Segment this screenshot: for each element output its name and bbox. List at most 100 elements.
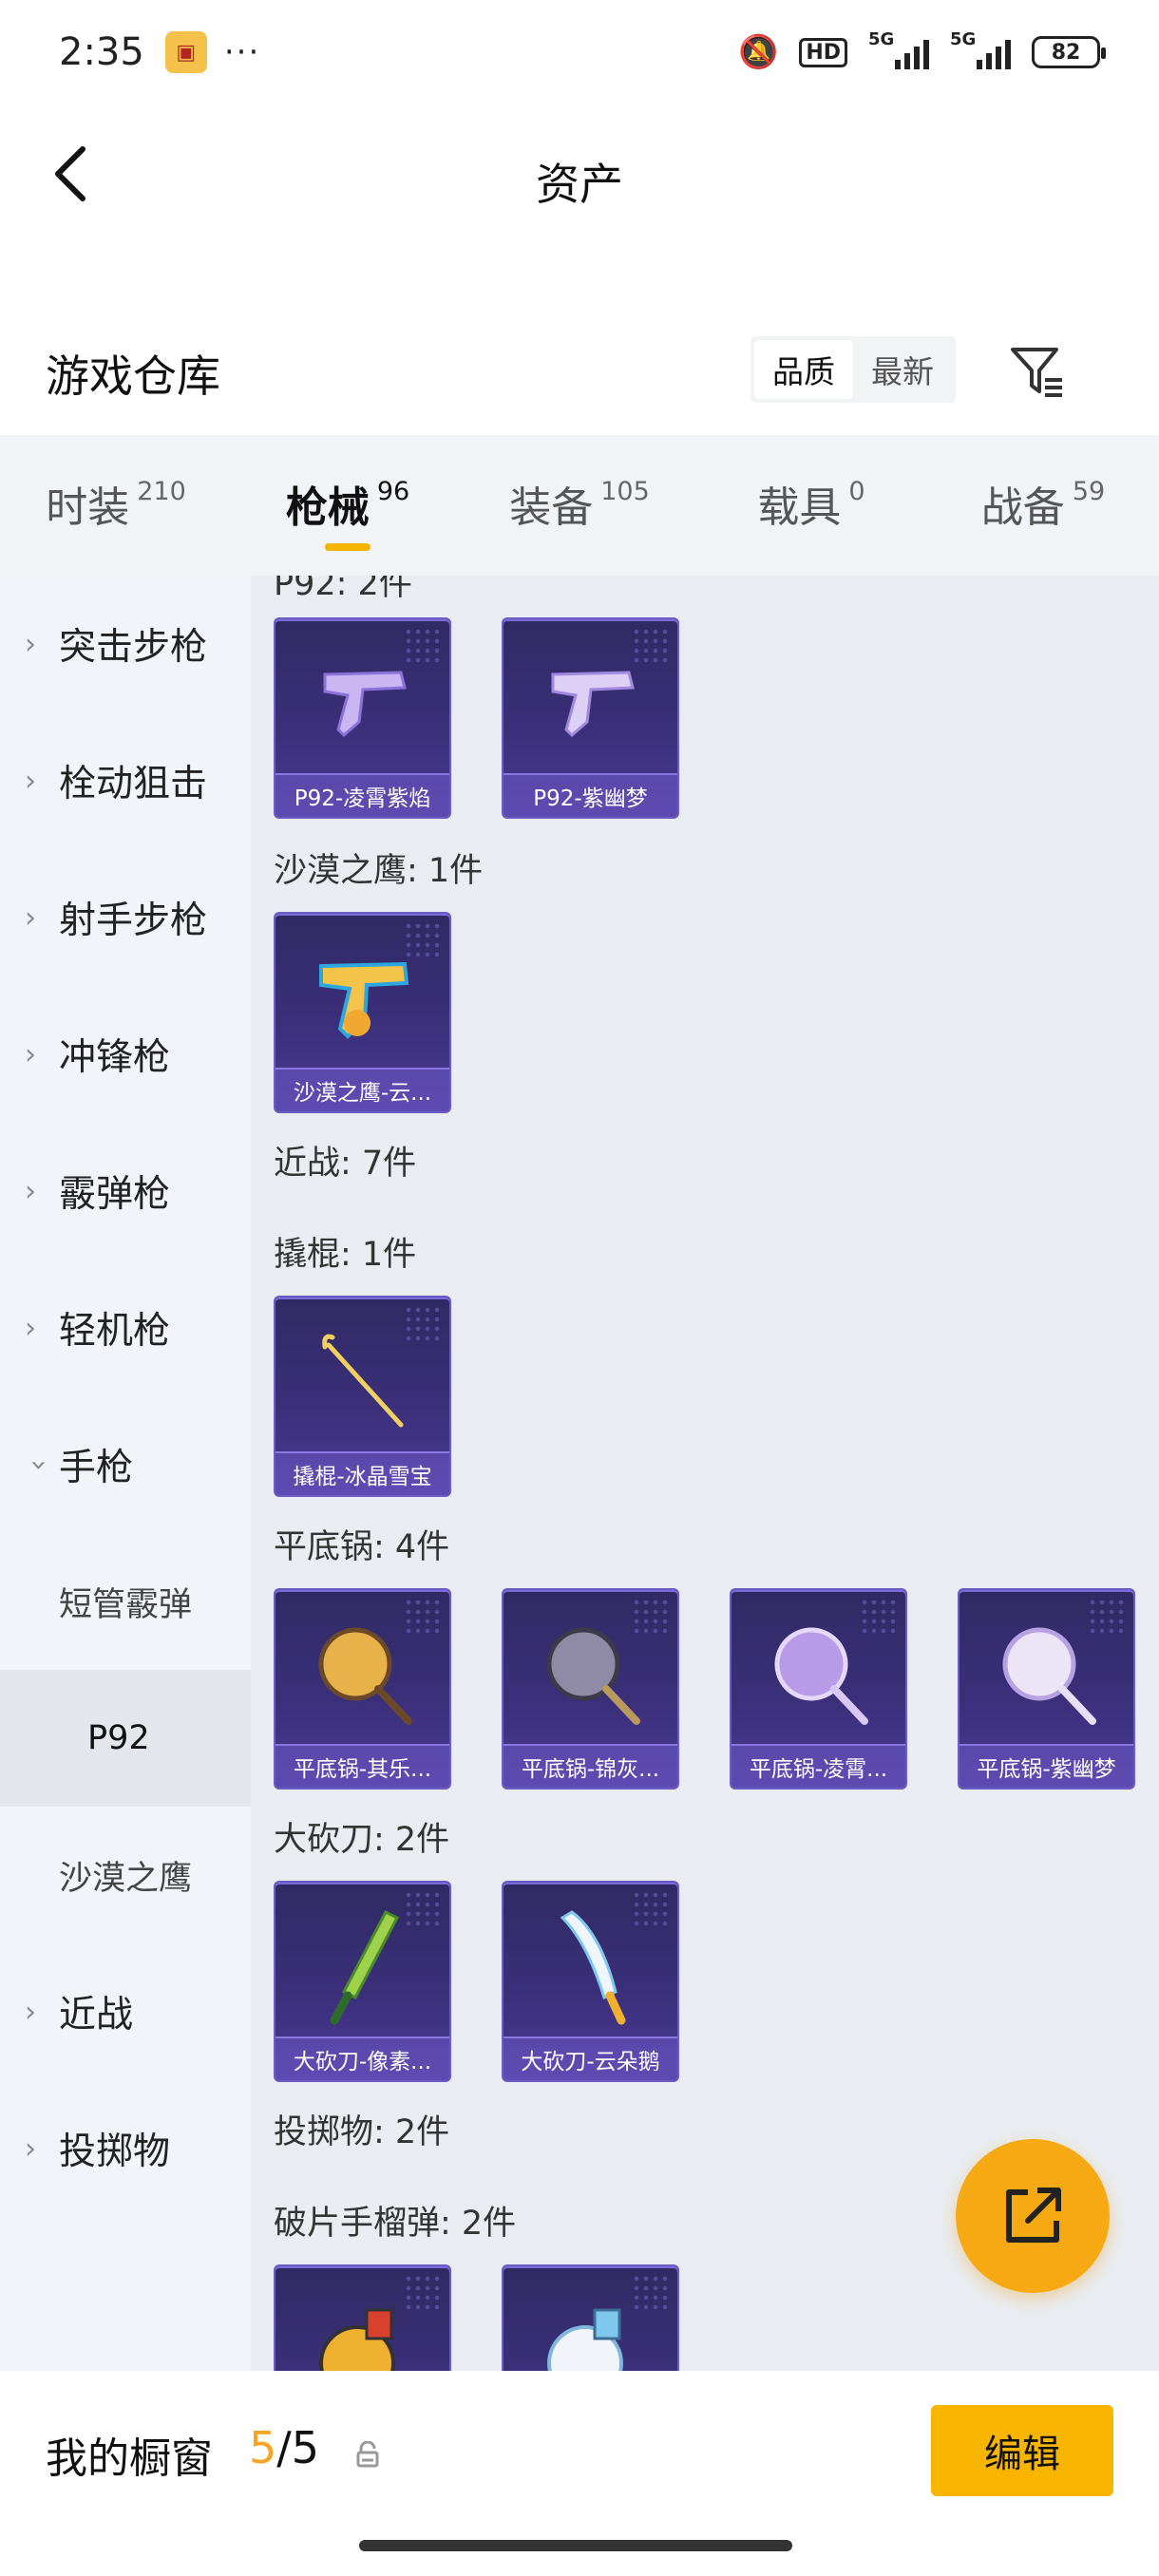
- sidebar-item-label: 手枪: [59, 1447, 134, 1489]
- group-title-grenade: 破片手榴弹: 2件: [274, 2205, 517, 2243]
- item-name: 大砍刀-像素...: [276, 2036, 449, 2080]
- group-title-desert-eagle: 沙漠之鹰: 1件: [274, 852, 484, 890]
- chevron-right-icon: ›: [25, 1311, 36, 1345]
- chevron-right-icon: ›: [25, 1174, 36, 1208]
- pistol-icon: [276, 931, 449, 1064]
- item-grid-area[interactable]: P92: 2件 P92-凌霄紫焰 P92-紫幽梦 沙漠之鹰: 1件 沙漠之鹰-云…: [251, 576, 1159, 2371]
- item-name: 平底锅-紫幽梦: [960, 1744, 1133, 1788]
- sidebar-item-label: 栓动狙击: [59, 763, 208, 805]
- chevron-down-icon: ›: [22, 1459, 56, 1470]
- sort-by-newest-button[interactable]: 最新: [853, 340, 952, 399]
- grenade-icon: [504, 2283, 677, 2371]
- item-name: P92-紫幽梦: [504, 773, 677, 817]
- item-card[interactable]: 平底锅-锦灰...: [502, 1588, 679, 1790]
- frying-pan-icon: [960, 1607, 1133, 1740]
- tab-vehicles[interactable]: 载具 0: [695, 435, 927, 576]
- hd-voice-icon: HD: [799, 37, 847, 67]
- sidebar-item-throwable[interactable]: › 投掷物: [0, 2080, 251, 2217]
- page-title: 资产: [536, 159, 623, 210]
- showcase-count: 5/5: [249, 2422, 319, 2473]
- sidebar-item-label: 冲锋枪: [59, 1036, 171, 1079]
- sidebar-item-label: 轻机枪: [59, 1310, 171, 1353]
- tab-label: 枪械: [285, 483, 370, 532]
- showcase-label: 我的橱窗: [46, 2434, 213, 2483]
- sidebar-item-assault-rifle[interactable]: › 突击步枪: [0, 576, 251, 712]
- item-card[interactable]: 沙漠之鹰-云...: [274, 912, 451, 1113]
- sidebar-subitem-p92[interactable]: P92: [0, 1670, 251, 1807]
- item-card[interactable]: 撬棍-冰晶雪宝: [274, 1296, 451, 1497]
- frying-pan-icon: [504, 1607, 677, 1740]
- sidebar-item-label: 沙漠之鹰: [59, 1859, 193, 1898]
- sidebar-item-melee[interactable]: › 近战: [0, 1943, 251, 2080]
- chevron-right-icon: ›: [25, 1037, 36, 1071]
- pistol-icon: [276, 636, 449, 769]
- tab-label: 装备: [509, 483, 594, 532]
- network-type-label: 5G: [950, 29, 977, 49]
- tab-firearms[interactable]: 枪械 96: [232, 435, 464, 576]
- tab-label: 时装: [46, 483, 130, 532]
- network-type-label: 5G: [868, 29, 895, 49]
- sidebar-item-label: P92: [87, 1719, 150, 1757]
- share-button[interactable]: [956, 2139, 1110, 2293]
- sidebar-item-bolt-sniper[interactable]: › 栓动狙击: [0, 712, 251, 849]
- filter-button[interactable]: [1007, 340, 1068, 401]
- active-tab-indicator: [325, 543, 370, 551]
- item-card[interactable]: 大砍刀-像素...: [274, 1881, 451, 2082]
- item-card[interactable]: [502, 2264, 679, 2371]
- external-link-icon: [1006, 2188, 1061, 2243]
- category-tabs: 时装 210 枪械 96 装备 105 载具 0 战备 59: [0, 435, 1159, 576]
- sidebar-subitem-desert-eagle[interactable]: 沙漠之鹰: [0, 1807, 251, 1943]
- sidebar-item-marksman-rifle[interactable]: › 射手步枪: [0, 849, 251, 986]
- sort-by-quality-button[interactable]: 品质: [754, 340, 853, 399]
- edit-button[interactable]: 编辑: [931, 2405, 1113, 2496]
- tab-count: 210: [137, 477, 186, 506]
- battery-level: 82: [1051, 40, 1081, 65]
- chevron-right-icon: ›: [25, 627, 36, 661]
- item-name: 大砍刀-云朵鹅: [504, 2036, 677, 2080]
- crowbar-icon: [276, 1315, 449, 1448]
- item-card[interactable]: P92-凌霄紫焰: [274, 617, 451, 819]
- item-name: 撬棍-冰晶雪宝: [276, 1451, 449, 1495]
- sidebar-item-smg[interactable]: › 冲锋枪: [0, 986, 251, 1123]
- chevron-right-icon: ›: [25, 2131, 36, 2166]
- item-name: 平底锅-其乐...: [276, 1744, 449, 1788]
- battery-icon: 82: [1032, 36, 1106, 68]
- item-name: 平底锅-凌霄...: [732, 1744, 905, 1788]
- tab-combat-gear[interactable]: 战备 59: [927, 435, 1159, 576]
- signal-icon-2: 5G: [950, 29, 1011, 69]
- showcase-total: /5: [276, 2422, 320, 2473]
- sidebar-item-pistol[interactable]: › 手枪: [0, 1396, 251, 1533]
- group-title-pan: 平底锅: 4件: [274, 1528, 450, 1566]
- tab-equipment[interactable]: 装备 105: [464, 435, 695, 576]
- tab-count: 0: [848, 477, 865, 506]
- sidebar-item-shotgun[interactable]: › 霰弹枪: [0, 1123, 251, 1260]
- item-name: 平底锅-锦灰...: [504, 1744, 677, 1788]
- chevron-right-icon: ›: [25, 764, 36, 798]
- tab-fashion[interactable]: 时装 210: [0, 435, 232, 576]
- item-name: P92-凌霄紫焰: [276, 773, 449, 817]
- item-card[interactable]: 大砍刀-云朵鹅: [502, 1881, 679, 2082]
- app-header: 资产: [0, 104, 1159, 247]
- sidebar-subitem-sawed-off[interactable]: 短管霰弹: [0, 1533, 251, 1670]
- home-indicator[interactable]: [359, 2540, 792, 2551]
- item-card[interactable]: 平底锅-凌霄...: [730, 1588, 907, 1790]
- group-title-melee: 近战: 7件: [274, 1145, 417, 1183]
- sidebar-item-lmg[interactable]: › 轻机枪: [0, 1260, 251, 1396]
- group-title-throwable: 投掷物: 2件: [274, 2113, 450, 2151]
- grenade-icon: [276, 2283, 449, 2371]
- item-card[interactable]: P92-紫幽梦: [502, 617, 679, 819]
- sidebar-item-label: 近战: [59, 1994, 134, 2036]
- item-card[interactable]: [274, 2264, 451, 2371]
- item-name: 沙漠之鹰-云...: [276, 1068, 449, 1111]
- machete-icon: [504, 1900, 677, 2033]
- item-card[interactable]: 平底锅-紫幽梦: [958, 1588, 1135, 1790]
- warehouse-header: 游戏仓库 品质 最新: [0, 313, 1159, 427]
- signal-icon-1: 5G: [868, 29, 929, 69]
- item-card[interactable]: 平底锅-其乐...: [274, 1588, 451, 1790]
- sidebar-item-label: 突击步枪: [59, 626, 208, 669]
- tab-count: 105: [600, 477, 650, 506]
- tab-count: 59: [1072, 477, 1106, 506]
- group-title-p92: P92: 2件: [274, 576, 412, 603]
- sidebar-item-label: 投掷物: [59, 2131, 171, 2173]
- chevron-right-icon: ›: [25, 1995, 36, 2029]
